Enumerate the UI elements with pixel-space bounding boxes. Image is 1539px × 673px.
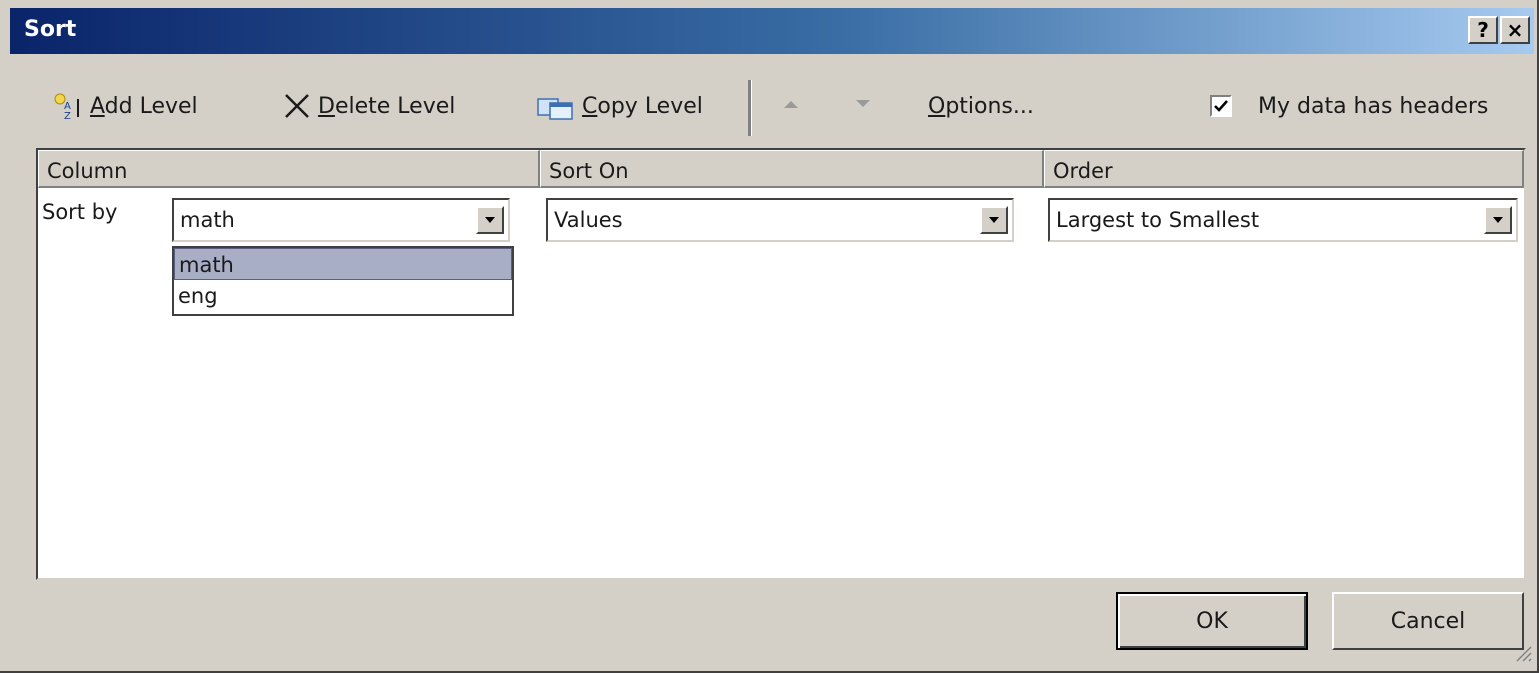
copy-icon — [536, 91, 576, 121]
order-select[interactable]: Largest to Smallest — [1048, 198, 1518, 242]
toolbar-separator — [748, 80, 752, 136]
delete-level-button[interactable]: Delete Level — [282, 88, 455, 124]
chevron-down-icon — [485, 217, 495, 223]
copy-level-label: Copy Level — [582, 93, 703, 119]
x-icon — [282, 91, 312, 121]
chevron-down-icon — [1493, 217, 1503, 223]
move-down-button[interactable] — [848, 96, 878, 116]
column-dropdown-list: math eng — [172, 246, 514, 316]
cancel-button[interactable]: Cancel — [1332, 592, 1524, 650]
add-level-button[interactable]: A Z Add Level — [50, 88, 198, 124]
delete-level-label: Delete Level — [318, 93, 456, 119]
title-bar[interactable]: Sort ? × — [10, 8, 1534, 54]
column-header-column: Column — [38, 150, 540, 188]
add-level-label: Add Level — [90, 93, 198, 119]
close-button[interactable]: × — [1500, 16, 1530, 44]
column-select-value: math — [180, 208, 235, 232]
column-select-dropdown-button[interactable] — [476, 206, 504, 234]
sort-dialog: Sort ? × A Z Add Level Delete Level Copy… — [0, 0, 1539, 673]
svg-text:Z: Z — [64, 111, 71, 121]
options-button[interactable]: Options... — [928, 88, 1034, 124]
column-select[interactable]: math — [172, 198, 510, 242]
sort-on-dropdown-button[interactable] — [980, 206, 1008, 234]
order-select-value: Largest to Smallest — [1056, 208, 1260, 232]
move-up-button[interactable] — [776, 96, 806, 116]
checkbox-box[interactable] — [1210, 95, 1232, 117]
ok-button[interactable]: OK — [1116, 592, 1308, 650]
sort-levels-grid: Column Sort On Order Sort by math Values… — [36, 148, 1526, 580]
triangle-up-icon — [784, 101, 798, 108]
triangle-down-icon — [856, 100, 870, 107]
order-dropdown-button[interactable] — [1484, 206, 1512, 234]
column-header-sort-on: Sort On — [540, 150, 1044, 188]
headers-checkbox-label: My data has headers — [1258, 93, 1489, 119]
sort-by-label: Sort by — [42, 200, 118, 224]
resize-grip-icon[interactable] — [1513, 643, 1533, 667]
column-header-order: Order — [1044, 150, 1524, 188]
sort-on-select[interactable]: Values — [546, 198, 1014, 242]
sort-on-select-value: Values — [554, 208, 623, 232]
help-button[interactable]: ? — [1468, 16, 1498, 44]
help-icon: ? — [1477, 18, 1489, 42]
window-title: Sort — [24, 17, 77, 42]
checkmark-icon — [1214, 100, 1228, 112]
add-level-icon: A Z — [50, 91, 84, 121]
copy-level-button[interactable]: Copy Level — [536, 88, 703, 124]
options-label: Options... — [928, 93, 1034, 119]
dropdown-option-math[interactable]: math — [174, 248, 512, 280]
my-data-has-headers-checkbox[interactable]: My data has headers — [1210, 88, 1488, 124]
chevron-down-icon — [989, 217, 999, 223]
close-icon: × — [1506, 18, 1524, 42]
dropdown-option-eng[interactable]: eng — [174, 280, 512, 312]
